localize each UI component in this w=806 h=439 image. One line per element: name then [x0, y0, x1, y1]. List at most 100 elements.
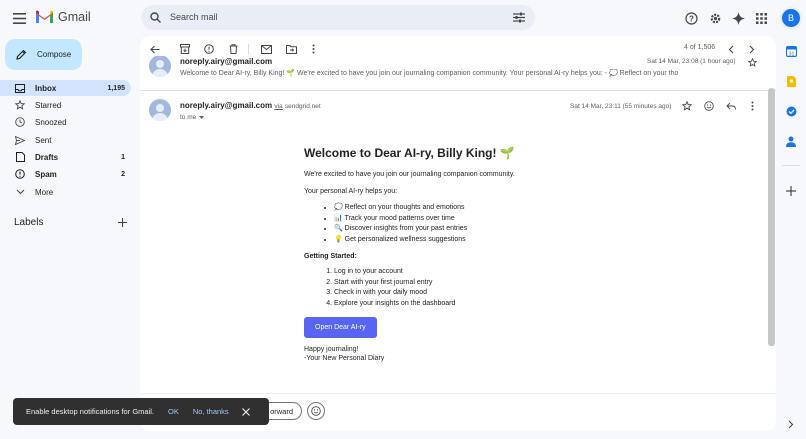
- contacts-icon[interactable]: [784, 134, 798, 148]
- gemini-sparkle-icon[interactable]: [731, 11, 745, 25]
- forward-label: orward: [270, 406, 293, 416]
- sidebar-item-label: More: [35, 187, 54, 197]
- gmail-m-icon: [36, 10, 53, 23]
- prev-date: Sat 14 Mar, 23:08 (1 hour ago): [647, 58, 736, 65]
- sidebar-item-inbox[interactable]: Inbox 1,195: [0, 80, 131, 96]
- sender-avatar-icon: [149, 99, 171, 121]
- chevron-left-icon[interactable]: [724, 42, 738, 56]
- sidebar-item-starred[interactable]: Starred: [0, 97, 131, 113]
- list-item: Explore your insights on the dashboard: [334, 299, 664, 310]
- account-avatar-ring[interactable]: B: [780, 7, 802, 29]
- star-icon: [15, 100, 25, 110]
- email-intro: We're excited to have you join our journ…: [304, 171, 515, 178]
- signoff-line-2: -Your New Personal Diary: [304, 355, 385, 362]
- calendar-icon[interactable]: 31: [784, 44, 798, 58]
- sidebar-item-drafts[interactable]: Drafts 1: [0, 149, 131, 165]
- gmail-logo[interactable]: Gmail: [35, 10, 91, 24]
- move-to-folder-icon[interactable]: [284, 42, 298, 56]
- sidebar-item-sent[interactable]: Sent: [0, 132, 131, 148]
- back-arrow-icon[interactable]: [148, 42, 162, 56]
- keep-notes-icon[interactable]: [784, 74, 798, 88]
- mark-unread-icon[interactable]: [259, 42, 273, 56]
- open-dear-airy-button[interactable]: Open Dear AI-ry: [304, 317, 377, 338]
- spam-count: 2: [121, 170, 125, 178]
- add-addon-plus-icon[interactable]: [784, 184, 798, 198]
- sidebar-item-label: Drafts: [35, 152, 59, 162]
- delete-trash-icon[interactable]: [226, 42, 240, 56]
- scrollbar-thumb[interactable]: [768, 88, 775, 346]
- side-panel: 31: [776, 36, 806, 439]
- sender-line: noreply.airy@gmail.com via sendgrid.net: [180, 101, 321, 110]
- prev-snippet: Welcome to Dear AI-ry, Billy King! 🌱 We'…: [180, 70, 679, 77]
- emoji-react-icon[interactable]: [307, 402, 325, 420]
- message-panel: 4 of 1,506 noreply.airy@gmail.com Sat 14…: [140, 36, 776, 431]
- report-spam-icon[interactable]: [202, 42, 216, 56]
- sender-avatar-icon: [149, 56, 171, 77]
- more-vertical-icon[interactable]: [306, 42, 320, 56]
- steps-list: Log in to your account Start with your f…: [304, 267, 664, 309]
- list-item: Start with your first journal entry: [334, 278, 664, 289]
- more-vertical-icon[interactable]: [746, 100, 758, 112]
- sidebar-item-label: Spam: [35, 169, 57, 179]
- drafts-count: 1: [121, 153, 125, 161]
- unread-count: 1,195: [107, 84, 125, 92]
- list-item: 💭 Reflect on your thoughts and emotions: [334, 203, 664, 214]
- list-item: Log in to your account: [334, 267, 664, 278]
- tasks-icon[interactable]: [784, 104, 798, 118]
- recipients-toggle[interactable]: to me: [180, 114, 205, 121]
- apps-grid-icon[interactable]: [754, 11, 768, 25]
- divider: [782, 165, 800, 166]
- sidebar-item-label: Snoozed: [35, 117, 67, 127]
- close-icon[interactable]: [241, 407, 250, 416]
- app-name: Gmail: [58, 10, 91, 24]
- reply-arrow-icon[interactable]: [725, 100, 737, 112]
- emoji-react-icon[interactable]: [703, 100, 715, 112]
- add-label-plus-icon[interactable]: [116, 216, 128, 228]
- message-date: Sat 14 Mar, 23:11 (55 minutes ago): [570, 103, 672, 110]
- chevron-right-icon[interactable]: [745, 42, 759, 56]
- expand-panel-chevron-icon[interactable]: [785, 418, 797, 430]
- search-icon[interactable]: [150, 12, 161, 23]
- toolbar-divider: [248, 44, 249, 54]
- pencil-icon: [16, 49, 27, 60]
- sidebar-item-snoozed[interactable]: Snoozed: [0, 114, 131, 130]
- collapsed-message[interactable]: noreply.airy@gmail.com Sat 14 Mar, 23:08…: [140, 56, 776, 91]
- help-icon[interactable]: ?: [684, 11, 698, 25]
- snackbar-ok-button[interactable]: OK: [168, 407, 179, 416]
- pagination-label: 4 of 1,506: [684, 44, 716, 51]
- recipients-label: to me: [180, 114, 197, 121]
- caret-down-icon: [199, 116, 205, 119]
- labels-heading: Labels: [14, 217, 44, 228]
- settings-gear-icon[interactable]: [708, 11, 722, 25]
- sidebar-item-more[interactable]: More: [0, 184, 131, 200]
- send-icon: [15, 135, 25, 145]
- email-body: Welcome to Dear AI-ry, Billy King! 🌱 We'…: [304, 146, 664, 362]
- helps-label: Your personal AI-ry helps you:: [304, 188, 398, 195]
- inbox-icon: [15, 83, 25, 93]
- spam-report-icon: [15, 169, 25, 179]
- compose-button[interactable]: Compose: [5, 39, 82, 70]
- main-menu-icon[interactable]: [12, 11, 26, 25]
- avatar[interactable]: B: [782, 9, 800, 27]
- search-input[interactable]: Search mail: [170, 12, 218, 22]
- search-options-icon[interactable]: [513, 12, 525, 23]
- divider: [140, 393, 776, 394]
- search-bar[interactable]: Search mail: [141, 5, 535, 30]
- snackbar-text: Enable desktop notifications for Gmail.: [26, 407, 154, 416]
- draft-file-icon: [15, 152, 25, 162]
- chevron-down-icon: [15, 187, 25, 197]
- prev-sender: noreply.airy@gmail.com: [180, 57, 273, 66]
- sidebar-item-label: Sent: [35, 135, 52, 145]
- archive-icon[interactable]: [178, 42, 192, 56]
- svg-text:31: 31: [788, 51, 794, 57]
- sender-address[interactable]: noreply.airy@gmail.com: [180, 101, 272, 110]
- clock-icon: [15, 117, 25, 127]
- sidebar-item-label: Starred: [35, 100, 62, 110]
- snackbar-no-thanks-button[interactable]: No, thanks: [193, 407, 229, 416]
- top-bar: Gmail Search mail ? B: [0, 0, 806, 36]
- via-domain: sendgrid.net: [284, 103, 321, 110]
- compose-label: Compose: [37, 50, 72, 59]
- sidebar-item-spam[interactable]: Spam 2: [0, 166, 131, 182]
- star-icon[interactable]: [681, 100, 693, 112]
- star-icon[interactable]: [748, 58, 757, 67]
